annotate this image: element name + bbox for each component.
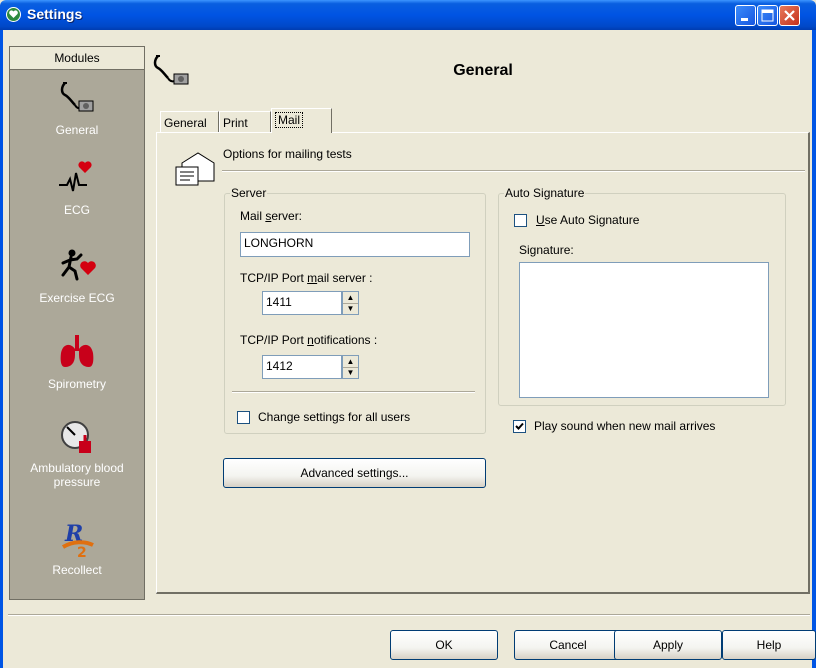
ecg-heart-icon — [59, 161, 92, 192]
mail-options-title: Options for mailing tests — [223, 147, 352, 161]
module-ambulatory-blood-pressure[interactable]: Ambulatory blood pressure — [10, 417, 144, 489]
page-title: General — [453, 62, 513, 79]
running-heart-icon — [61, 249, 96, 281]
help-button[interactable]: Help — [722, 630, 816, 660]
spin-down-arrow-icon[interactable]: ▼ — [343, 303, 358, 314]
divider — [232, 391, 475, 393]
close-button[interactable] — [779, 5, 800, 26]
module-label: ECG — [63, 203, 90, 217]
mail-server-input[interactable]: LONGHORN — [240, 232, 470, 257]
tab-general[interactable]: General — [160, 111, 219, 133]
signature-textarea[interactable] — [519, 262, 769, 398]
ok-button[interactable]: OK — [390, 630, 498, 660]
play-sound-checkbox[interactable] — [513, 420, 526, 433]
module-ecg[interactable]: ECG — [10, 159, 144, 217]
module-spirometry[interactable]: Spirometry — [10, 333, 144, 391]
mail-document-icon — [175, 152, 215, 186]
auto-signature-legend: Auto Signature — [505, 186, 585, 200]
module-label: Exercise ECG — [39, 291, 115, 305]
module-label: Spirometry — [47, 377, 106, 391]
modules-header: Modules — [10, 47, 144, 70]
port-mail-server-spinner[interactable]: ▲ ▼ — [342, 291, 359, 315]
module-label: Recollect — [52, 563, 102, 577]
spin-down-arrow-icon[interactable]: ▼ — [343, 367, 358, 378]
lungs-icon — [60, 335, 94, 367]
advanced-settings-button[interactable]: Advanced settings... — [223, 458, 486, 488]
settings-window: Settings Modules General ECG Exercise EC… — [0, 0, 816, 668]
port-notifications-input[interactable]: 1412 — [262, 355, 342, 379]
app-heart-icon — [6, 7, 21, 22]
tab-mail-label: Mail — [275, 112, 304, 128]
port-mail-server-input[interactable]: 1411 — [262, 291, 342, 315]
title-bar[interactable]: Settings — [0, 0, 816, 30]
module-recollect[interactable]: R 2 Recollect — [10, 519, 144, 577]
blood-pressure-icon — [61, 421, 91, 453]
port-notifications-label: TCP/IP Port notifications : — [240, 333, 378, 347]
apply-button[interactable]: Apply — [614, 630, 722, 660]
checkmark-icon — [515, 422, 524, 430]
stethoscope-icon — [60, 82, 94, 112]
window-border-right — [812, 30, 816, 668]
tab-print[interactable]: Print — [219, 111, 271, 133]
modules-sidebar: Modules General ECG Exercise ECG Spirome… — [9, 46, 145, 600]
recollect-icon: R 2 — [61, 521, 94, 559]
mail-server-label: Mail server: — [240, 209, 303, 223]
change-all-users-checkbox[interactable] — [237, 411, 250, 424]
module-exercise-ecg[interactable]: Exercise ECG — [10, 247, 144, 305]
svg-text:2: 2 — [77, 545, 87, 559]
cancel-button[interactable]: Cancel — [514, 630, 622, 660]
use-auto-signature-checkbox[interactable] — [514, 214, 527, 227]
use-auto-signature-label[interactable]: Use Auto Signature — [536, 213, 639, 227]
port-mail-server-label: TCP/IP Port mail server : — [240, 271, 373, 285]
window-title: Settings — [27, 6, 83, 22]
port-notifications-spinner[interactable]: ▲ ▼ — [342, 355, 359, 379]
change-all-users-label[interactable]: Change settings for all users — [258, 410, 410, 424]
maximize-button[interactable] — [757, 5, 778, 26]
signature-label: Signature: — [519, 243, 574, 257]
module-label: Ambulatory blood pressure — [30, 461, 124, 489]
module-label: General — [55, 123, 99, 137]
tab-mail[interactable]: Mail — [271, 108, 332, 133]
play-sound-label[interactable]: Play sound when new mail arrives — [534, 419, 715, 433]
server-legend: Server — [231, 186, 267, 200]
divider — [222, 170, 805, 172]
minimize-button[interactable] — [735, 5, 756, 26]
window-border-left — [0, 30, 3, 668]
module-general[interactable]: General — [10, 79, 144, 137]
divider — [8, 614, 810, 616]
